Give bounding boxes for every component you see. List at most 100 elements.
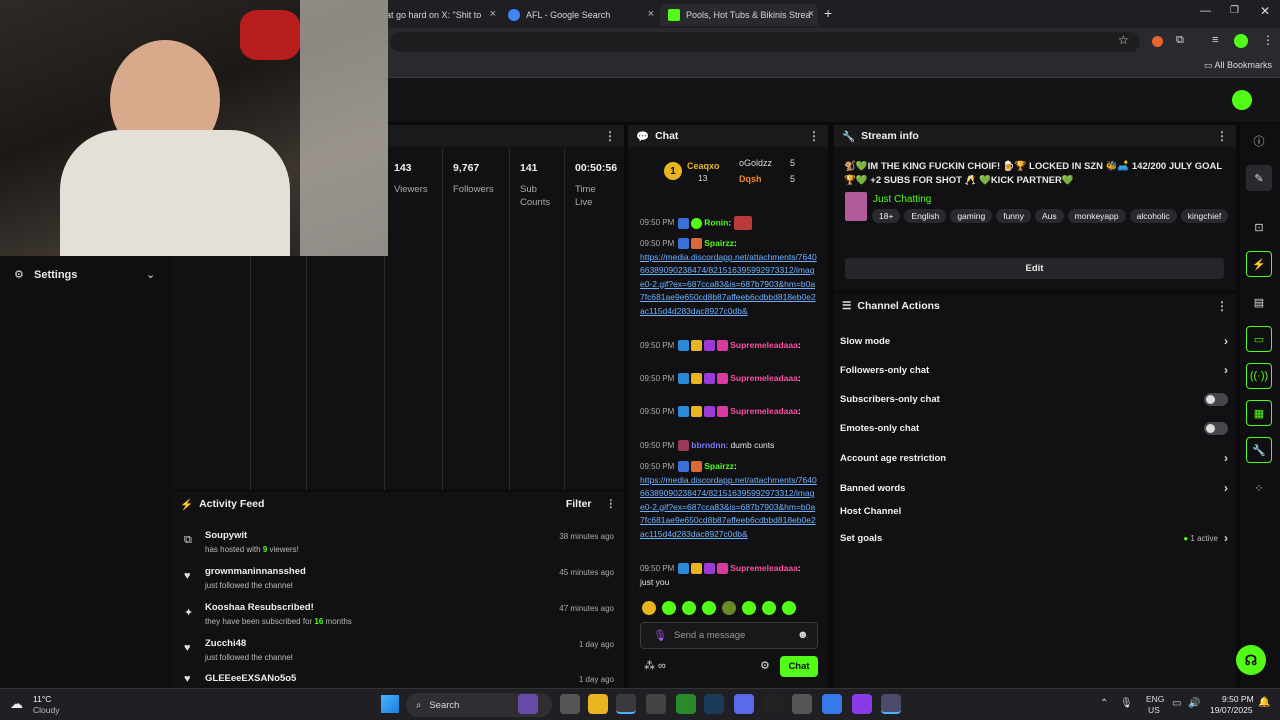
url-input[interactable]: [390, 32, 1140, 52]
leader-1-name[interactable]: Ceaqxo: [687, 161, 720, 171]
chat-username[interactable]: Ronin: [704, 217, 728, 227]
emotes-only-toggle[interactable]: [1204, 422, 1228, 435]
minimize-icon[interactable]: —: [1200, 5, 1211, 17]
volume-icon[interactable]: 🔊: [1188, 698, 1200, 709]
chat-link[interactable]: https://media.discordapp.net/attachments…: [640, 252, 817, 316]
media-controls-icon[interactable]: ≡: [1212, 34, 1218, 46]
tag-chip[interactable]: monkeyapp: [1067, 209, 1126, 223]
activity-name[interactable]: GLEEeeEXSANo5o5: [205, 673, 296, 684]
chat-username[interactable]: Spairzz: [704, 238, 734, 248]
more-options-icon[interactable]: ⋮: [808, 129, 820, 143]
tag-chip[interactable]: gaming: [950, 209, 993, 223]
emote-icon[interactable]: [702, 601, 716, 615]
clock-time[interactable]: 9:50 PM: [1222, 694, 1254, 704]
leader-3-name[interactable]: Dqsh: [739, 174, 762, 184]
filter-button[interactable]: Filter: [566, 498, 592, 510]
camera-icon[interactable]: ⊡: [1246, 214, 1272, 240]
discord-icon[interactable]: [734, 694, 754, 714]
followers-only-row[interactable]: Followers-only chat ›: [840, 363, 1228, 377]
close-icon[interactable]: ×: [808, 8, 814, 20]
tag-chip[interactable]: kingchief: [1180, 209, 1229, 223]
taskbar-app-icon[interactable]: [852, 694, 872, 714]
chat-username[interactable]: Supremeleadaaa: [730, 563, 798, 573]
tag-chip[interactable]: 18+: [872, 209, 901, 223]
slow-mode-row[interactable]: Slow mode ›: [840, 334, 1228, 348]
close-icon[interactable]: ×: [648, 8, 654, 20]
epic-games-icon[interactable]: [764, 694, 784, 714]
chat-username[interactable]: Supremeleadaaa: [730, 340, 798, 350]
emote-icon[interactable]: [762, 601, 776, 615]
input-language[interactable]: ENG: [1146, 694, 1164, 704]
set-goals-row[interactable]: Set goals ● 1 active ›: [840, 531, 1228, 545]
settings-app-icon[interactable]: [792, 694, 812, 714]
document-icon[interactable]: ▤: [1246, 289, 1272, 315]
activity-name[interactable]: grownmaninnansshed: [205, 566, 306, 577]
activity-name[interactable]: Soupywit: [205, 530, 247, 541]
extension-icon[interactable]: [1152, 36, 1163, 47]
notification-bell-icon[interactable]: 🔔: [1258, 697, 1270, 708]
tag-chip[interactable]: alcoholic: [1129, 209, 1177, 223]
activity-name[interactable]: Kooshaa Resubscribed!: [205, 602, 314, 613]
support-headset-icon[interactable]: ☊: [1236, 645, 1266, 675]
bolt-icon[interactable]: ⚡: [1246, 251, 1272, 277]
microphone-icon[interactable]: 🎙: [1120, 698, 1133, 709]
browser-menu-icon[interactable]: ⋮: [1262, 33, 1274, 47]
chat-username[interactable]: Supremeleadaaa: [730, 406, 798, 416]
subscribers-only-toggle[interactable]: [1204, 393, 1228, 406]
chevron-right-icon[interactable]: ›: [1224, 531, 1228, 545]
chevron-right-icon[interactable]: ›: [1224, 334, 1228, 348]
layout-icon[interactable]: ▦: [1246, 400, 1272, 426]
browser-tab-2[interactable]: AFL - Google Search ×: [500, 4, 658, 26]
emoji-icon[interactable]: ☻: [797, 629, 809, 641]
browser-tab-1[interactable]: at go hard on X: "Shit to ×: [378, 4, 500, 26]
weather-temp[interactable]: 11°C: [33, 694, 51, 704]
chat-username[interactable]: Supremeleadaaa: [730, 373, 798, 383]
browser-tab-3-active[interactable]: Pools, Hot Tubs & Bikinis Strea ×: [660, 4, 818, 26]
close-window-icon[interactable]: ✕: [1260, 4, 1270, 18]
bookmark-star-icon[interactable]: ☆: [1118, 33, 1129, 47]
category-thumbnail[interactable]: [845, 192, 867, 221]
tag-chip[interactable]: Aus: [1035, 209, 1064, 223]
task-view-icon[interactable]: [560, 694, 580, 714]
obs-icon[interactable]: [881, 694, 901, 714]
emote-icon[interactable]: [742, 601, 756, 615]
taskbar-app-icon[interactable]: [646, 694, 666, 714]
chevron-down-icon[interactable]: ⌄: [146, 268, 155, 281]
leader-2-name[interactable]: oGoldzz: [739, 158, 772, 168]
taskbar-app-icon[interactable]: [518, 694, 538, 714]
host-channel-row[interactable]: Host Channel: [840, 506, 1228, 517]
wrench-icon[interactable]: 🔧: [1246, 437, 1272, 463]
chat-settings-icon[interactable]: ⚙: [760, 659, 770, 672]
info-icon[interactable]: ⓘ: [1246, 128, 1272, 154]
emote-icon[interactable]: [722, 601, 736, 615]
chevron-right-icon[interactable]: ›: [1224, 363, 1228, 377]
profile-avatar[interactable]: [1234, 34, 1248, 48]
chevron-up-icon[interactable]: ⌃: [1100, 698, 1108, 709]
chat-username[interactable]: Spairzz: [704, 461, 734, 471]
all-bookmarks-button[interactable]: ▭ All Bookmarks: [1204, 60, 1272, 71]
chat-username[interactable]: bbrndnn: [691, 440, 725, 450]
chat-bubble-icon[interactable]: ▭: [1246, 326, 1272, 352]
file-explorer-icon[interactable]: [588, 694, 608, 714]
user-avatar[interactable]: [1232, 90, 1252, 110]
chat-rewards-icon[interactable]: ⁂ ∞: [644, 659, 666, 672]
banned-words-row[interactable]: Banned words ›: [840, 481, 1228, 495]
pencil-icon[interactable]: ✎: [1246, 165, 1272, 191]
chevron-right-icon[interactable]: ›: [1224, 481, 1228, 495]
tag-chip[interactable]: funny: [996, 209, 1031, 223]
chrome-icon[interactable]: [616, 694, 636, 714]
emote-icon[interactable]: [682, 601, 696, 615]
apps-icon[interactable]: ⁘: [1246, 475, 1272, 501]
emote-icon[interactable]: [642, 601, 656, 615]
more-options-icon[interactable]: ⋮: [604, 129, 616, 143]
xbox-icon[interactable]: [676, 694, 696, 714]
emote-icon[interactable]: [782, 601, 796, 615]
more-options-icon[interactable]: ⋮: [1216, 129, 1228, 143]
steam-icon[interactable]: [704, 694, 724, 714]
more-options-icon[interactable]: ⋮: [1216, 299, 1228, 313]
microphone-icon[interactable]: 🎙: [653, 629, 667, 642]
start-windows-icon[interactable]: [381, 695, 399, 713]
category-link[interactable]: Just Chatting: [873, 194, 931, 205]
broadcast-icon[interactable]: ((·)): [1246, 363, 1272, 389]
close-icon[interactable]: ×: [490, 8, 496, 20]
